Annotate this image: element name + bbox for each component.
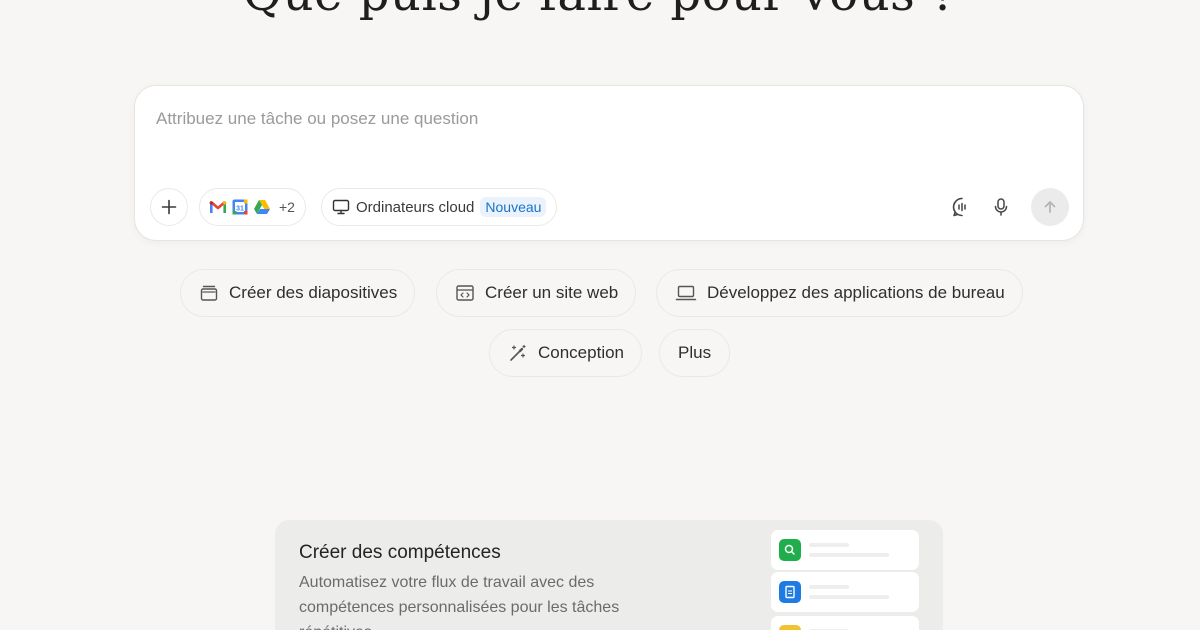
gmail-icon xyxy=(209,200,227,213)
skills-card-title: Créer des compétences xyxy=(299,542,501,563)
svg-text:31: 31 xyxy=(236,206,244,213)
create-slides-button[interactable]: Créer des diapositives xyxy=(180,269,416,317)
skills-card-description: Automatisez votre flux de travail avec d… xyxy=(299,574,620,630)
cloud-computers-label: Ordinateurs cloud xyxy=(356,198,475,216)
create-slides-label: Créer des diapositives xyxy=(229,283,398,302)
google-drive-icon xyxy=(254,200,270,214)
cloud-computers-button[interactable]: Ordinateurs cloud Nouveau xyxy=(321,188,558,226)
design-wand-icon xyxy=(510,344,526,361)
create-skills-card[interactable]: Créer des compétences Automatisez votre … xyxy=(275,520,943,630)
monitor-icon xyxy=(332,199,350,215)
voice-chat-icon xyxy=(952,197,966,217)
arrow-up-icon xyxy=(1044,201,1056,213)
more-button[interactable]: Plus xyxy=(659,329,731,377)
more-label: Plus xyxy=(678,343,712,362)
send-button[interactable] xyxy=(1031,188,1069,226)
document-icon xyxy=(779,581,801,603)
microphone-icon xyxy=(994,198,1008,216)
search-icon xyxy=(779,539,801,561)
skill-preview-item xyxy=(771,572,919,612)
home-page: Que puis-je faire pour vous ? 31 xyxy=(0,0,1200,630)
create-website-label: Créer un site web xyxy=(485,283,619,302)
laptop-icon xyxy=(675,285,697,301)
google-calendar-icon: 31 xyxy=(232,199,248,215)
connectors-button[interactable]: 31 +2 xyxy=(199,188,306,226)
skill-preview-item xyxy=(771,616,919,630)
microphone-button[interactable] xyxy=(984,190,1018,224)
more-connectors-count: +2 xyxy=(279,199,295,215)
note-icon xyxy=(779,625,801,630)
desktop-apps-button[interactable]: Développez des applications de bureau xyxy=(656,269,1023,317)
desktop-apps-label: Développez des applications de bureau xyxy=(707,283,1005,302)
website-icon xyxy=(456,285,474,301)
create-website-button[interactable]: Créer un site web xyxy=(436,269,637,317)
design-label: Conception xyxy=(538,343,625,362)
task-input[interactable] xyxy=(154,108,1058,130)
design-button[interactable]: Conception xyxy=(489,329,643,377)
new-badge: Nouveau xyxy=(480,197,547,217)
skill-preview-item xyxy=(771,530,919,570)
add-attachment-button[interactable] xyxy=(150,188,188,226)
slides-icon xyxy=(200,285,218,301)
plus-icon xyxy=(161,199,177,215)
task-composer: 31 +2 Ordinateurs cloud Nouveau xyxy=(134,85,1084,241)
voice-chat-button[interactable] xyxy=(945,190,979,224)
page-title: Que puis-je faire pour vous ? xyxy=(0,0,1200,22)
